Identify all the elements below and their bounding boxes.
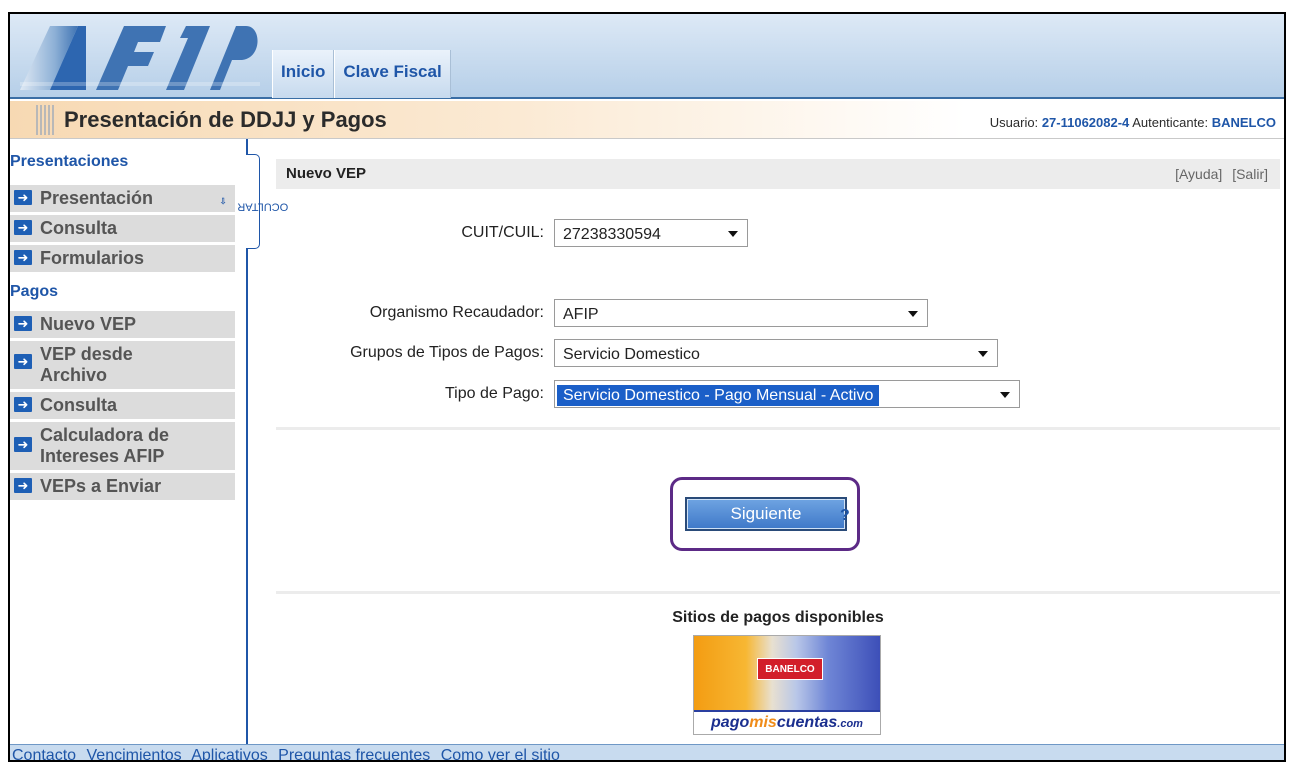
- sidebar-item-label: Consulta: [40, 218, 118, 238]
- afip-logo: [20, 26, 260, 90]
- chevron-down-icon: [978, 351, 988, 357]
- siguiente-highlight: Siguiente: [670, 477, 860, 551]
- sidebar-item-label: VEP desde Archivo: [40, 344, 133, 385]
- grupos-label: Grupos de Tipos de Pagos:: [350, 344, 544, 361]
- divider: [276, 591, 1280, 594]
- sitios-title: Sitios de pagos disponibles: [672, 609, 884, 626]
- user-info: Usuario: 27-11062082-4 Autenticante: BAN…: [990, 115, 1276, 130]
- organismo-select[interactable]: AFIP: [554, 299, 928, 327]
- tipo-pago-select[interactable]: Servicio Domestico - Pago Mensual - Acti…: [554, 380, 1020, 408]
- browser-frame: Inicio Clave Fiscal Presentación de DDJJ…: [8, 12, 1286, 762]
- header: Inicio Clave Fiscal: [10, 14, 1284, 99]
- sidebar-item-calculadora[interactable]: ➜ Calculadora de Intereses AFIP: [10, 422, 235, 470]
- organismo-row: Organismo Recaudador: AFIP: [276, 299, 928, 327]
- sidebar-item-vep-desde-archivo[interactable]: ➜ VEP desde Archivo: [10, 341, 235, 389]
- sidebar-item-presentacion[interactable]: ➜ Presentación: [10, 185, 235, 212]
- tipo-pago-label: Tipo de Pago:: [444, 385, 544, 402]
- footer-link-contacto[interactable]: Contacto: [12, 747, 76, 760]
- chevron-down-icon: [728, 231, 738, 237]
- cuit-label: CUIT/CUIL:: [461, 224, 544, 241]
- sidebar-item-formularios[interactable]: ➜ Formularios: [10, 245, 235, 272]
- help-icon[interactable]: ?: [840, 507, 850, 525]
- sidebar-item-label: VEPs a Enviar: [40, 476, 162, 496]
- salir-link[interactable]: [Salir]: [1232, 166, 1268, 182]
- grupos-row: Grupos de Tipos de Pagos: Servicio Domes…: [276, 339, 998, 367]
- panel-header: Nuevo VEP [Ayuda] [Salir]: [276, 159, 1280, 189]
- sidebar-item-veps-a-enviar[interactable]: ➜ VEPs a Enviar: [10, 473, 235, 500]
- panel-links: [Ayuda] [Salir]: [1169, 166, 1268, 182]
- title-bar: Presentación de DDJJ y Pagos Usuario: 27…: [10, 101, 1284, 139]
- sidebar-item-label: Nuevo VEP: [40, 314, 137, 334]
- chevron-down-icon: [1000, 392, 1010, 398]
- usuario-value: 27-11062082-4: [1041, 115, 1130, 130]
- organismo-label: Organismo Recaudador:: [369, 304, 544, 321]
- autenticante-label: Autenticante:: [1132, 115, 1209, 130]
- footer-link-como-ver-el-sitio[interactable]: Como ver el sitio: [441, 747, 560, 760]
- pagomiscuentas-logo: pagomiscuentas.com: [694, 710, 880, 734]
- arrow-right-icon: ➜: [14, 397, 32, 412]
- cuit-select[interactable]: 27238330594: [554, 219, 748, 247]
- sidebar-item-label: Calculadora de Intereses AFIP: [40, 425, 170, 466]
- banelco-logo: BANELCO: [757, 658, 823, 680]
- footer-link-aplicativos[interactable]: Aplicativos: [191, 747, 267, 760]
- page-title: Presentación de DDJJ y Pagos: [64, 107, 387, 132]
- arrow-right-icon: ➜: [14, 220, 32, 235]
- ayuda-link[interactable]: [Ayuda]: [1175, 166, 1222, 182]
- grupos-select-value: Servicio Domestico: [563, 346, 700, 363]
- sidebar-section-pagos: Pagos: [10, 283, 59, 300]
- cuit-row: CUIT/CUIL: 27238330594: [276, 219, 748, 247]
- grupos-select[interactable]: Servicio Domestico: [554, 339, 998, 367]
- sidebar-item-consulta-presentaciones[interactable]: ➜ Consulta: [10, 215, 235, 242]
- sidebar-item-nuevo-vep[interactable]: ➜ Nuevo VEP: [10, 311, 235, 338]
- sidebar-item-label: Consulta: [40, 395, 118, 415]
- autenticante-value: BANELCO: [1211, 115, 1276, 130]
- footer: Contacto Vencimientos Aplicativos Pregun…: [10, 744, 1284, 760]
- usuario-label: Usuario:: [989, 115, 1039, 130]
- sidebar: Presentaciones ➜ Presentación ➜ Consulta…: [10, 139, 246, 744]
- arrow-right-icon: ➜: [14, 316, 32, 331]
- sidebar-section-presentaciones: Presentaciones: [10, 153, 129, 170]
- sidebar-item-label: Formularios: [40, 248, 145, 268]
- arrow-right-icon: ➜: [14, 437, 32, 452]
- organismo-select-value: AFIP: [563, 306, 599, 323]
- arrow-right-icon: ➜: [14, 478, 32, 493]
- panel-title: Nuevo VEP: [286, 165, 367, 182]
- siguiente-button[interactable]: Siguiente: [685, 497, 847, 531]
- footer-link-preguntas-frecuentes[interactable]: Preguntas frecuentes: [278, 747, 430, 760]
- tipo-pago-row: Tipo de Pago: Servicio Domestico - Pago …: [276, 380, 1020, 408]
- footer-link-vencimientos[interactable]: Vencimientos: [87, 747, 182, 760]
- tipo-pago-select-value: Servicio Domestico - Pago Mensual - Acti…: [557, 385, 880, 406]
- toggle-sidebar-label: ⇦ OCULTAR: [217, 197, 289, 213]
- divider: [276, 427, 1280, 430]
- arrow-right-icon: ➜: [14, 190, 32, 205]
- sidebar-item-consulta-pagos[interactable]: ➜ Consulta: [10, 392, 235, 419]
- chevron-down-icon: [908, 311, 918, 317]
- nav-tab-inicio[interactable]: Inicio: [272, 50, 335, 98]
- pagomiscuentas-banner[interactable]: BANELCO pagomiscuentas.com: [693, 635, 881, 735]
- cuit-select-value: 27238330594: [563, 226, 661, 243]
- arrow-right-icon: ➜: [14, 354, 32, 369]
- main-content: Nuevo VEP [Ayuda] [Salir] CUIT/CUIL: 272…: [248, 139, 1284, 744]
- arrow-right-icon: ➜: [14, 250, 32, 265]
- sidebar-item-label: Presentación: [40, 188, 154, 208]
- nav-tab-clave-fiscal[interactable]: Clave Fiscal: [334, 50, 451, 98]
- top-nav: Inicio Clave Fiscal: [272, 50, 451, 98]
- title-decoration: [36, 105, 56, 135]
